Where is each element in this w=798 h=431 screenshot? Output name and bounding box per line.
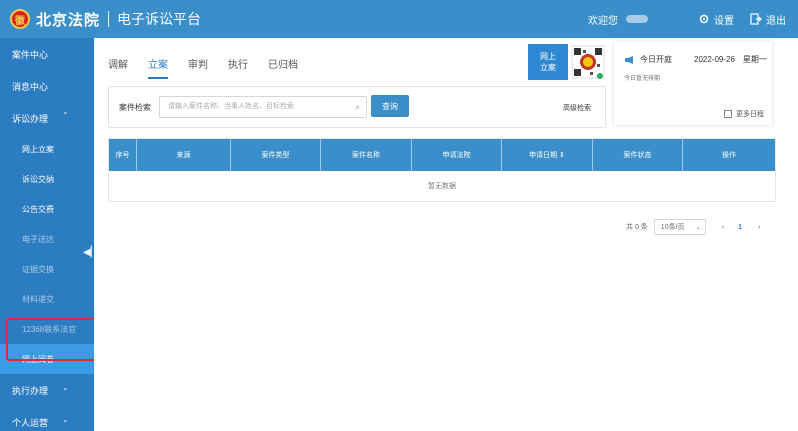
next-page-button[interactable]: › — [758, 224, 760, 231]
chevron-down-icon: ⌄ — [695, 224, 701, 231]
user-name-redacted — [626, 15, 648, 23]
col-actions: 操作 — [722, 152, 736, 159]
announcement-icon — [625, 55, 633, 64]
sidebar-sub-online-filing[interactable]: 网上立案 — [0, 134, 94, 164]
page-size-select[interactable]: 10条/页 ⌄ — [653, 219, 706, 235]
settings-label: 设置 — [714, 15, 734, 27]
chevron-down-icon: ⌄ — [62, 415, 69, 424]
col-case-type: 案件类型 — [231, 139, 321, 171]
court-emblem-icon: 徽 — [10, 9, 30, 29]
calendar-icon — [724, 110, 732, 118]
platform-name: 电子诉讼平台 — [117, 11, 202, 27]
today-date: 2022-09-26 — [694, 55, 735, 64]
col-source: 来源 — [137, 139, 231, 171]
gear-icon — [699, 14, 709, 24]
sidebar-item-label: 执行办理 — [12, 385, 49, 396]
title-divider — [108, 11, 110, 27]
qr-code-icon — [570, 42, 606, 80]
sidebar-item-label: 案件中心 — [12, 49, 49, 60]
chevron-up-icon: ⌃ — [62, 111, 69, 120]
col-apply-date[interactable]: 申请日期 ⇕ — [502, 139, 593, 171]
search-placeholder: 请输入案件名称、当事人姓名、目标检索 — [168, 103, 294, 110]
sidebar-sub-online-review[interactable]: 网上阅卷 — [0, 344, 94, 374]
settings-button[interactable]: 设置 — [698, 12, 734, 27]
online-filing-label: 网上 立案 — [540, 52, 556, 72]
logout-icon — [750, 13, 762, 25]
today-title: 今日开庭 — [640, 55, 672, 64]
court-name: 北京法院 — [36, 11, 101, 29]
tab-filing[interactable]: 立案 — [148, 56, 168, 79]
table-header: 序号 来源 案件类型 案件名称 申请法院 申请日期 ⇕ 案件状态 操作 — [109, 139, 775, 171]
table-empty-row: 暂无数据 — [428, 183, 456, 190]
sidebar-sub-fee-payment[interactable]: 诉讼交纳 — [0, 164, 94, 194]
pagination: 共 0 条 10条/页 ⌄ ‹ 1 › — [626, 219, 760, 235]
query-button[interactable]: 查询 — [371, 95, 409, 117]
search-input[interactable]: 请输入案件名称、当事人姓名、目标检索 ⌕ — [159, 96, 367, 118]
sidebar-sub-contact-judge[interactable]: 12368联系法官 — [0, 314, 94, 344]
top-header: 徽 北京法院 电子诉讼平台 欢迎您 设置 退出 — [0, 0, 798, 38]
sidebar: 案件中心 消息中心 诉讼办理 ⌃ 网上立案 诉讼交纳 公告交费 电子送达 证据交换… — [0, 38, 98, 431]
prev-page-button[interactable]: ‹ — [722, 224, 724, 231]
advanced-search-link[interactable]: 高级检索 — [563, 103, 591, 113]
sidebar-sub-evidence-exchange[interactable]: 证据交换 — [0, 254, 94, 284]
page-number-1[interactable]: 1 — [738, 224, 742, 231]
query-label: 查询 — [382, 101, 398, 111]
sidebar-sub-material-submit[interactable]: 材料递交 — [0, 284, 94, 314]
case-table: 序号 来源 案件类型 案件名称 申请法院 申请日期 ⇕ 案件状态 操作 暂无数据 — [108, 138, 776, 202]
search-card: 案件检索 请输入案件名称、当事人姓名、目标检索 ⌕ 查询 高级检索 — [108, 86, 606, 128]
today-weekday: 星期一 — [742, 55, 767, 64]
sidebar-sub-e-service[interactable]: 电子送达 — [0, 224, 94, 254]
total-count: 共 0 条 — [626, 224, 648, 231]
col-case-name: 案件名称 — [321, 139, 412, 171]
col-index: 序号 — [109, 139, 137, 171]
sidebar-item-message-center[interactable]: 消息中心 — [0, 70, 94, 102]
welcome-text: 欢迎您 — [588, 15, 618, 27]
search-icon: ⌕ — [354, 102, 360, 112]
tab-trial[interactable]: 审判 — [188, 56, 208, 79]
sidebar-sub-announcement-fee[interactable]: 公告交费 — [0, 194, 94, 224]
sidebar-item-enforcement[interactable]: 执行办理 ⌄ — [0, 374, 94, 406]
logout-button[interactable]: 退出 — [750, 12, 786, 27]
search-label: 案件检索 — [119, 103, 151, 112]
sidebar-item-personal[interactable]: 个人运营 ⌄ — [0, 406, 94, 431]
today-hearing-card: 今日开庭 2022-09-26 星期一 今日暂无排期 更多日程 — [614, 42, 772, 125]
tab-mediation[interactable]: 调解 — [108, 56, 128, 79]
col-status: 案件状态 — [593, 139, 683, 171]
case-tabs: 调解 立案 审判 执行 已归档 — [108, 56, 318, 79]
logout-label: 退出 — [766, 15, 786, 27]
today-empty-text: 今日暂无排期 — [624, 76, 661, 82]
tab-archived[interactable]: 已归档 — [268, 56, 298, 79]
tab-enforcement[interactable]: 执行 — [228, 56, 248, 79]
chevron-down-icon: ⌄ — [62, 383, 69, 392]
sidebar-item-label: 诉讼办理 — [12, 113, 49, 124]
sidebar-item-case-center[interactable]: 案件中心 — [0, 38, 94, 70]
sidebar-item-litigation[interactable]: 诉讼办理 ⌃ — [0, 102, 94, 134]
sidebar-item-label: 消息中心 — [12, 81, 49, 92]
sidebar-item-label: 个人运营 — [12, 417, 49, 428]
online-filing-button[interactable]: 网上 立案 — [528, 44, 568, 80]
page-size-value: 10条/页 — [660, 224, 685, 231]
more-schedule-label: 更多日程 — [736, 111, 764, 118]
col-court: 申请法院 — [412, 139, 502, 171]
more-schedule-link[interactable]: 更多日程 — [724, 109, 764, 119]
main-content: 调解 立案 审判 执行 已归档 网上 立案 今日开庭 2022-09-26 星期… — [94, 38, 798, 431]
